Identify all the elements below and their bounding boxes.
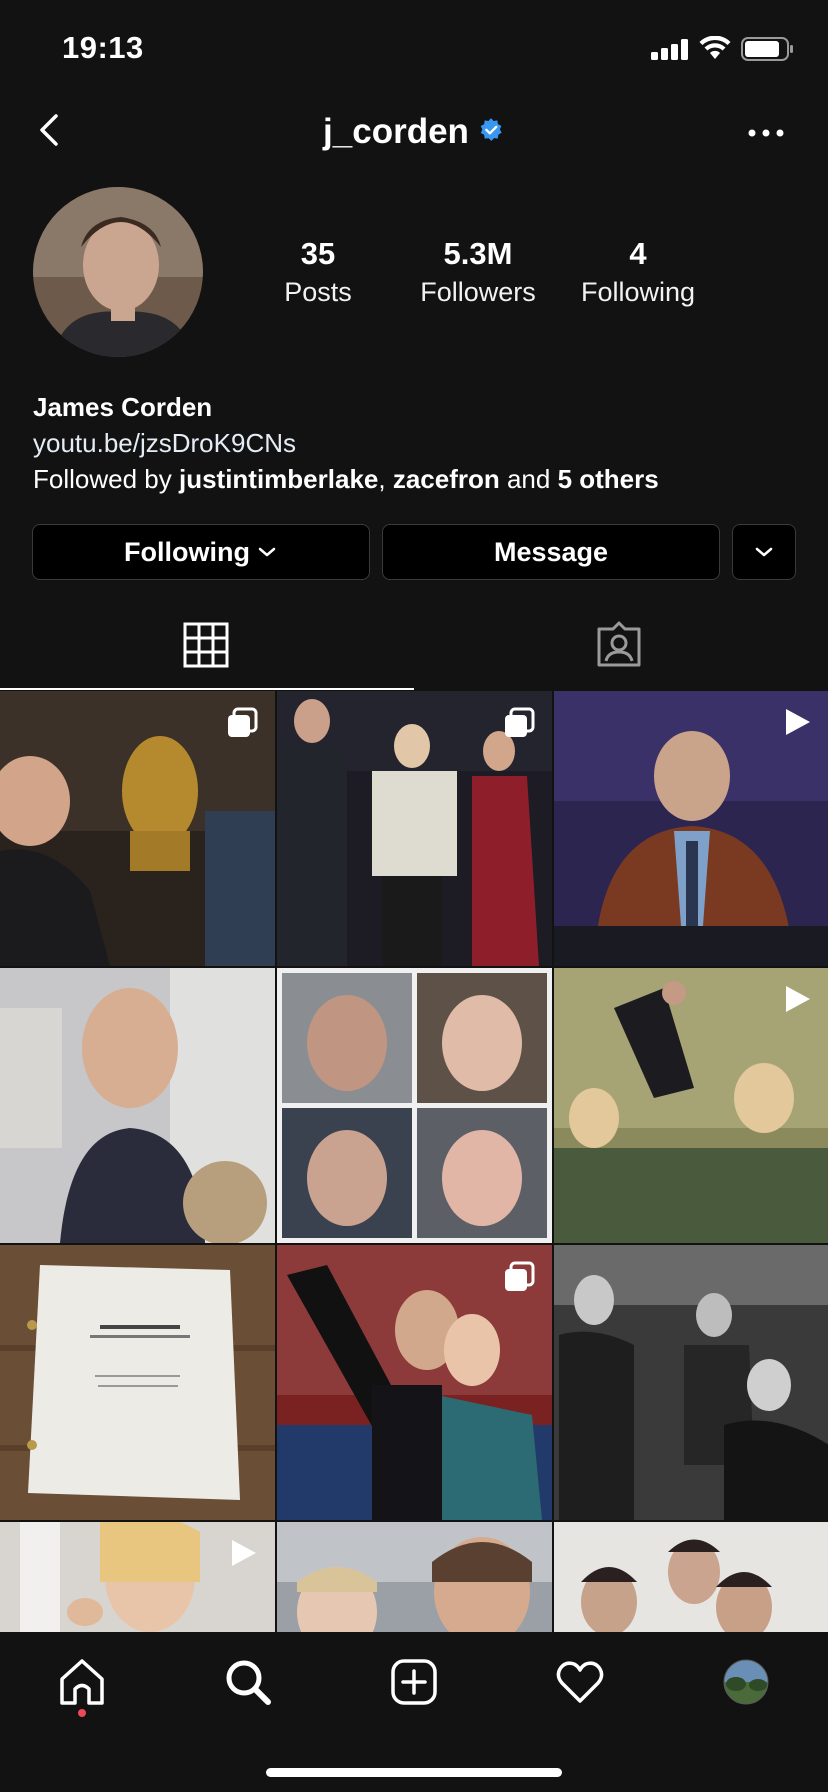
followed-by-prefix: Followed by [33, 464, 179, 494]
following-count: 4 [629, 236, 647, 271]
post-9[interactable] [554, 1245, 828, 1520]
followers-count: 5.3M [443, 236, 513, 271]
followed-by[interactable]: Followed by justintimberlake, zacefron a… [33, 464, 659, 495]
post-7[interactable] [0, 1245, 275, 1520]
tagged-icon [597, 621, 641, 667]
post-4[interactable] [0, 968, 275, 1243]
active-tab-indicator [0, 688, 414, 690]
more-options-icon[interactable] [746, 126, 786, 140]
video-icon [232, 1540, 256, 1566]
post-11[interactable] [277, 1522, 552, 1632]
home-indicator [266, 1768, 562, 1777]
nav-search[interactable] [220, 1654, 276, 1710]
video-icon [786, 709, 810, 735]
post-12[interactable] [554, 1522, 828, 1632]
verified-badge-icon [480, 117, 502, 141]
stat-followers[interactable]: 5.3M Followers [398, 236, 558, 312]
post-12-image [554, 1522, 828, 1632]
followed-by-and: and [499, 464, 558, 494]
activity-heart-icon [556, 1661, 604, 1703]
profile-avatar[interactable] [33, 187, 203, 357]
cellular-signal-icon [651, 38, 689, 60]
posts-label: Posts [284, 277, 352, 307]
stat-posts[interactable]: 35 Posts [238, 236, 398, 312]
posts-count: 35 [300, 236, 336, 271]
followed-by-sep: , [378, 464, 393, 494]
new-post-icon [391, 1659, 437, 1705]
carousel-icon [228, 707, 258, 737]
nav-profile[interactable] [718, 1654, 774, 1710]
profile-username-header: j_corden [0, 112, 828, 152]
message-button-label: Message [493, 536, 609, 567]
followers-label: Followers [420, 277, 536, 307]
status-time: 19:13 [62, 30, 144, 65]
video-icon [786, 986, 810, 1012]
nav-new-post[interactable] [386, 1654, 442, 1710]
post-11-image [277, 1522, 552, 1632]
mutual-followers-others[interactable]: 5 others [558, 464, 659, 494]
nav-home[interactable] [54, 1654, 110, 1710]
tab-tagged[interactable] [414, 610, 828, 690]
post-7-image [0, 1245, 275, 1520]
carousel-icon [505, 707, 535, 737]
chevron-down-icon [258, 547, 276, 557]
stat-following[interactable]: 4 Following [558, 236, 718, 312]
carousel-icon [505, 1261, 535, 1291]
post-5[interactable] [277, 968, 552, 1243]
profile-avatar [723, 1659, 769, 1705]
profile-photo [33, 187, 203, 357]
wifi-icon [699, 36, 731, 59]
post-9-image [554, 1245, 828, 1520]
following-button[interactable]: Following [32, 524, 370, 580]
following-button-label: Following [124, 536, 250, 567]
full-name: James Corden [33, 392, 213, 422]
post-4-image [0, 968, 275, 1243]
tab-posts-grid[interactable] [0, 610, 414, 690]
nav-activity[interactable] [552, 1654, 608, 1710]
battery-icon [741, 37, 793, 61]
post-5-image [277, 968, 552, 1243]
grid-icon [183, 622, 229, 668]
bio-link[interactable]: youtu.be/jzsDroK9CNs [33, 428, 296, 459]
chevron-down-icon [755, 547, 773, 557]
search-icon [226, 1660, 271, 1705]
notification-dot [78, 1709, 86, 1717]
mutual-follower-2[interactable]: zacefron [393, 464, 500, 494]
home-icon [60, 1659, 104, 1705]
message-button[interactable]: Message [382, 524, 720, 580]
following-label: Following [580, 277, 696, 307]
mutual-follower-1[interactable]: justintimberlake [179, 464, 378, 494]
username: j_corden [323, 112, 469, 151]
suggested-accounts-button[interactable] [732, 524, 796, 580]
